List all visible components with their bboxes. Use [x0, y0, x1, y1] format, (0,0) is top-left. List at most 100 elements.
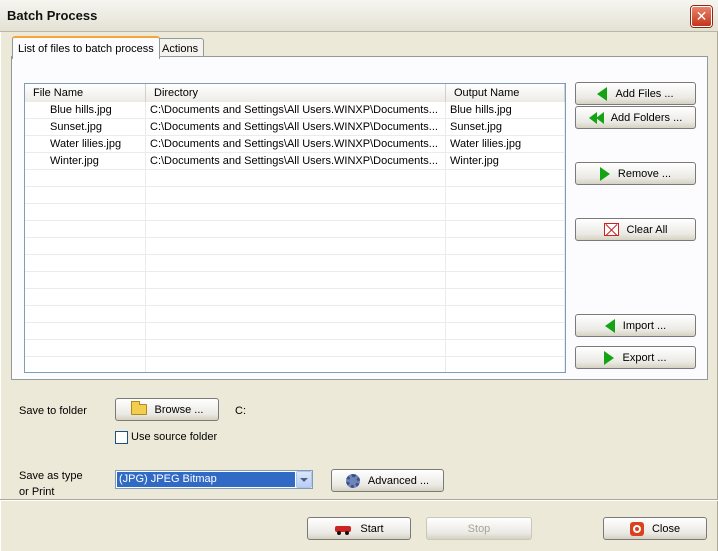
empty-row — [25, 306, 565, 323]
cell-file-name: Winter.jpg — [25, 153, 146, 170]
column-header-directory[interactable]: Directory — [146, 84, 446, 102]
empty-cell — [446, 170, 565, 187]
empty-cell — [25, 306, 146, 323]
empty-row — [25, 357, 565, 372]
save-as-type-label: Save as type — [19, 470, 83, 482]
folder-icon — [130, 401, 147, 415]
empty-cell — [146, 187, 446, 204]
clear-icon — [603, 223, 619, 236]
empty-cell — [146, 204, 446, 221]
start-label: Start — [360, 522, 384, 535]
gear-icon — [345, 473, 360, 488]
cell-output-name: Blue hills.jpg — [446, 102, 565, 119]
table-row[interactable]: Water lilies.jpg C:\Documents and Settin… — [25, 136, 565, 153]
empty-cell — [446, 221, 565, 238]
arrow-left-icon — [604, 318, 615, 333]
empty-row — [25, 323, 565, 340]
empty-cell — [446, 323, 565, 340]
stop-button[interactable]: Stop — [426, 517, 532, 540]
import-label: Import ... — [622, 319, 667, 332]
arrow-right-icon — [599, 166, 610, 181]
advanced-label: Advanced ... — [367, 474, 430, 487]
empty-cell — [446, 357, 565, 372]
file-list-header: File Name Directory Output Name — [25, 84, 565, 102]
power-icon — [629, 521, 644, 536]
empty-cell — [146, 357, 446, 372]
advanced-button[interactable]: Advanced ... — [331, 469, 444, 492]
empty-cell — [25, 238, 146, 255]
close-button[interactable]: Close — [603, 517, 707, 540]
remove-label: Remove ... — [617, 167, 672, 180]
empty-cell — [146, 306, 446, 323]
arrow-right-icon — [604, 350, 615, 365]
chevron-down-icon[interactable] — [296, 471, 312, 488]
cell-file-name: Blue hills.jpg — [25, 102, 146, 119]
use-source-folder-label: Use source folder — [131, 431, 218, 443]
empty-cell — [446, 289, 565, 306]
table-row[interactable]: Sunset.jpg C:\Documents and Settings\All… — [25, 119, 565, 136]
column-header-file-name[interactable]: File Name — [25, 84, 146, 102]
tab-panel: File Name Directory Output Name Blue hil… — [11, 56, 708, 380]
clear-all-button[interactable]: Clear All — [575, 218, 696, 241]
browse-button[interactable]: Browse ... — [115, 398, 219, 421]
cell-directory: C:\Documents and Settings\All Users.WINX… — [146, 153, 446, 170]
window-title: Batch Process — [7, 8, 98, 23]
empty-cell — [25, 204, 146, 221]
empty-row — [25, 238, 565, 255]
clear-all-label: Clear All — [626, 223, 668, 236]
close-label: Close — [651, 522, 681, 535]
empty-cell — [25, 170, 146, 187]
empty-cell — [446, 238, 565, 255]
tab-actions-label: Actions — [162, 43, 199, 55]
empty-cell — [446, 272, 565, 289]
empty-cell — [446, 255, 565, 272]
table-row[interactable]: Winter.jpg C:\Documents and Settings\All… — [25, 153, 565, 170]
cell-file-name: Sunset.jpg — [25, 119, 146, 136]
cell-directory: C:\Documents and Settings\All Users.WINX… — [146, 136, 446, 153]
table-row[interactable]: Blue hills.jpg C:\Documents and Settings… — [25, 102, 565, 119]
column-header-output-name[interactable]: Output Name — [446, 84, 565, 102]
tab-file-list-label: List of files to batch process — [18, 42, 154, 55]
empty-cell — [25, 187, 146, 204]
empty-cell — [146, 272, 446, 289]
empty-cell — [146, 170, 446, 187]
add-folders-label: Add Folders ... — [610, 111, 683, 124]
car-icon — [334, 522, 352, 536]
close-window-button[interactable]: ✕ — [691, 6, 712, 27]
add-files-label: Add Files ... — [615, 87, 674, 100]
empty-cell — [446, 204, 565, 221]
empty-row — [25, 221, 565, 238]
empty-cell — [146, 340, 446, 357]
empty-cell — [146, 255, 446, 272]
export-button[interactable]: Export ... — [575, 346, 696, 369]
tab-file-list[interactable]: List of files to batch process — [12, 36, 160, 59]
empty-row — [25, 255, 565, 272]
save-type-select[interactable]: (JPG) JPEG Bitmap — [115, 470, 313, 489]
empty-row — [25, 340, 565, 357]
cell-directory: C:\Documents and Settings\All Users.WINX… — [146, 102, 446, 119]
empty-row — [25, 289, 565, 306]
empty-cell — [446, 187, 565, 204]
empty-row — [25, 204, 565, 221]
add-files-button[interactable]: Add Files ... — [575, 82, 696, 105]
empty-cell — [146, 221, 446, 238]
cell-output-name: Water lilies.jpg — [446, 136, 565, 153]
empty-cell — [25, 221, 146, 238]
use-source-folder-checkbox[interactable] — [115, 431, 128, 444]
import-button[interactable]: Import ... — [575, 314, 696, 337]
file-list[interactable]: File Name Directory Output Name Blue hil… — [24, 83, 566, 373]
save-to-folder-label: Save to folder — [19, 405, 87, 417]
add-folders-button[interactable]: Add Folders ... — [575, 106, 696, 129]
empty-row — [25, 272, 565, 289]
empty-cell — [25, 272, 146, 289]
cell-directory: C:\Documents and Settings\All Users.WINX… — [146, 119, 446, 136]
arrow-left-icon — [597, 86, 608, 101]
remove-button[interactable]: Remove ... — [575, 162, 696, 185]
empty-cell — [446, 306, 565, 323]
stop-label: Stop — [467, 522, 491, 535]
start-button[interactable]: Start — [307, 517, 411, 540]
empty-cell — [25, 323, 146, 340]
footer-separator — [0, 499, 718, 501]
browse-label: Browse ... — [154, 403, 204, 416]
empty-cell — [25, 289, 146, 306]
